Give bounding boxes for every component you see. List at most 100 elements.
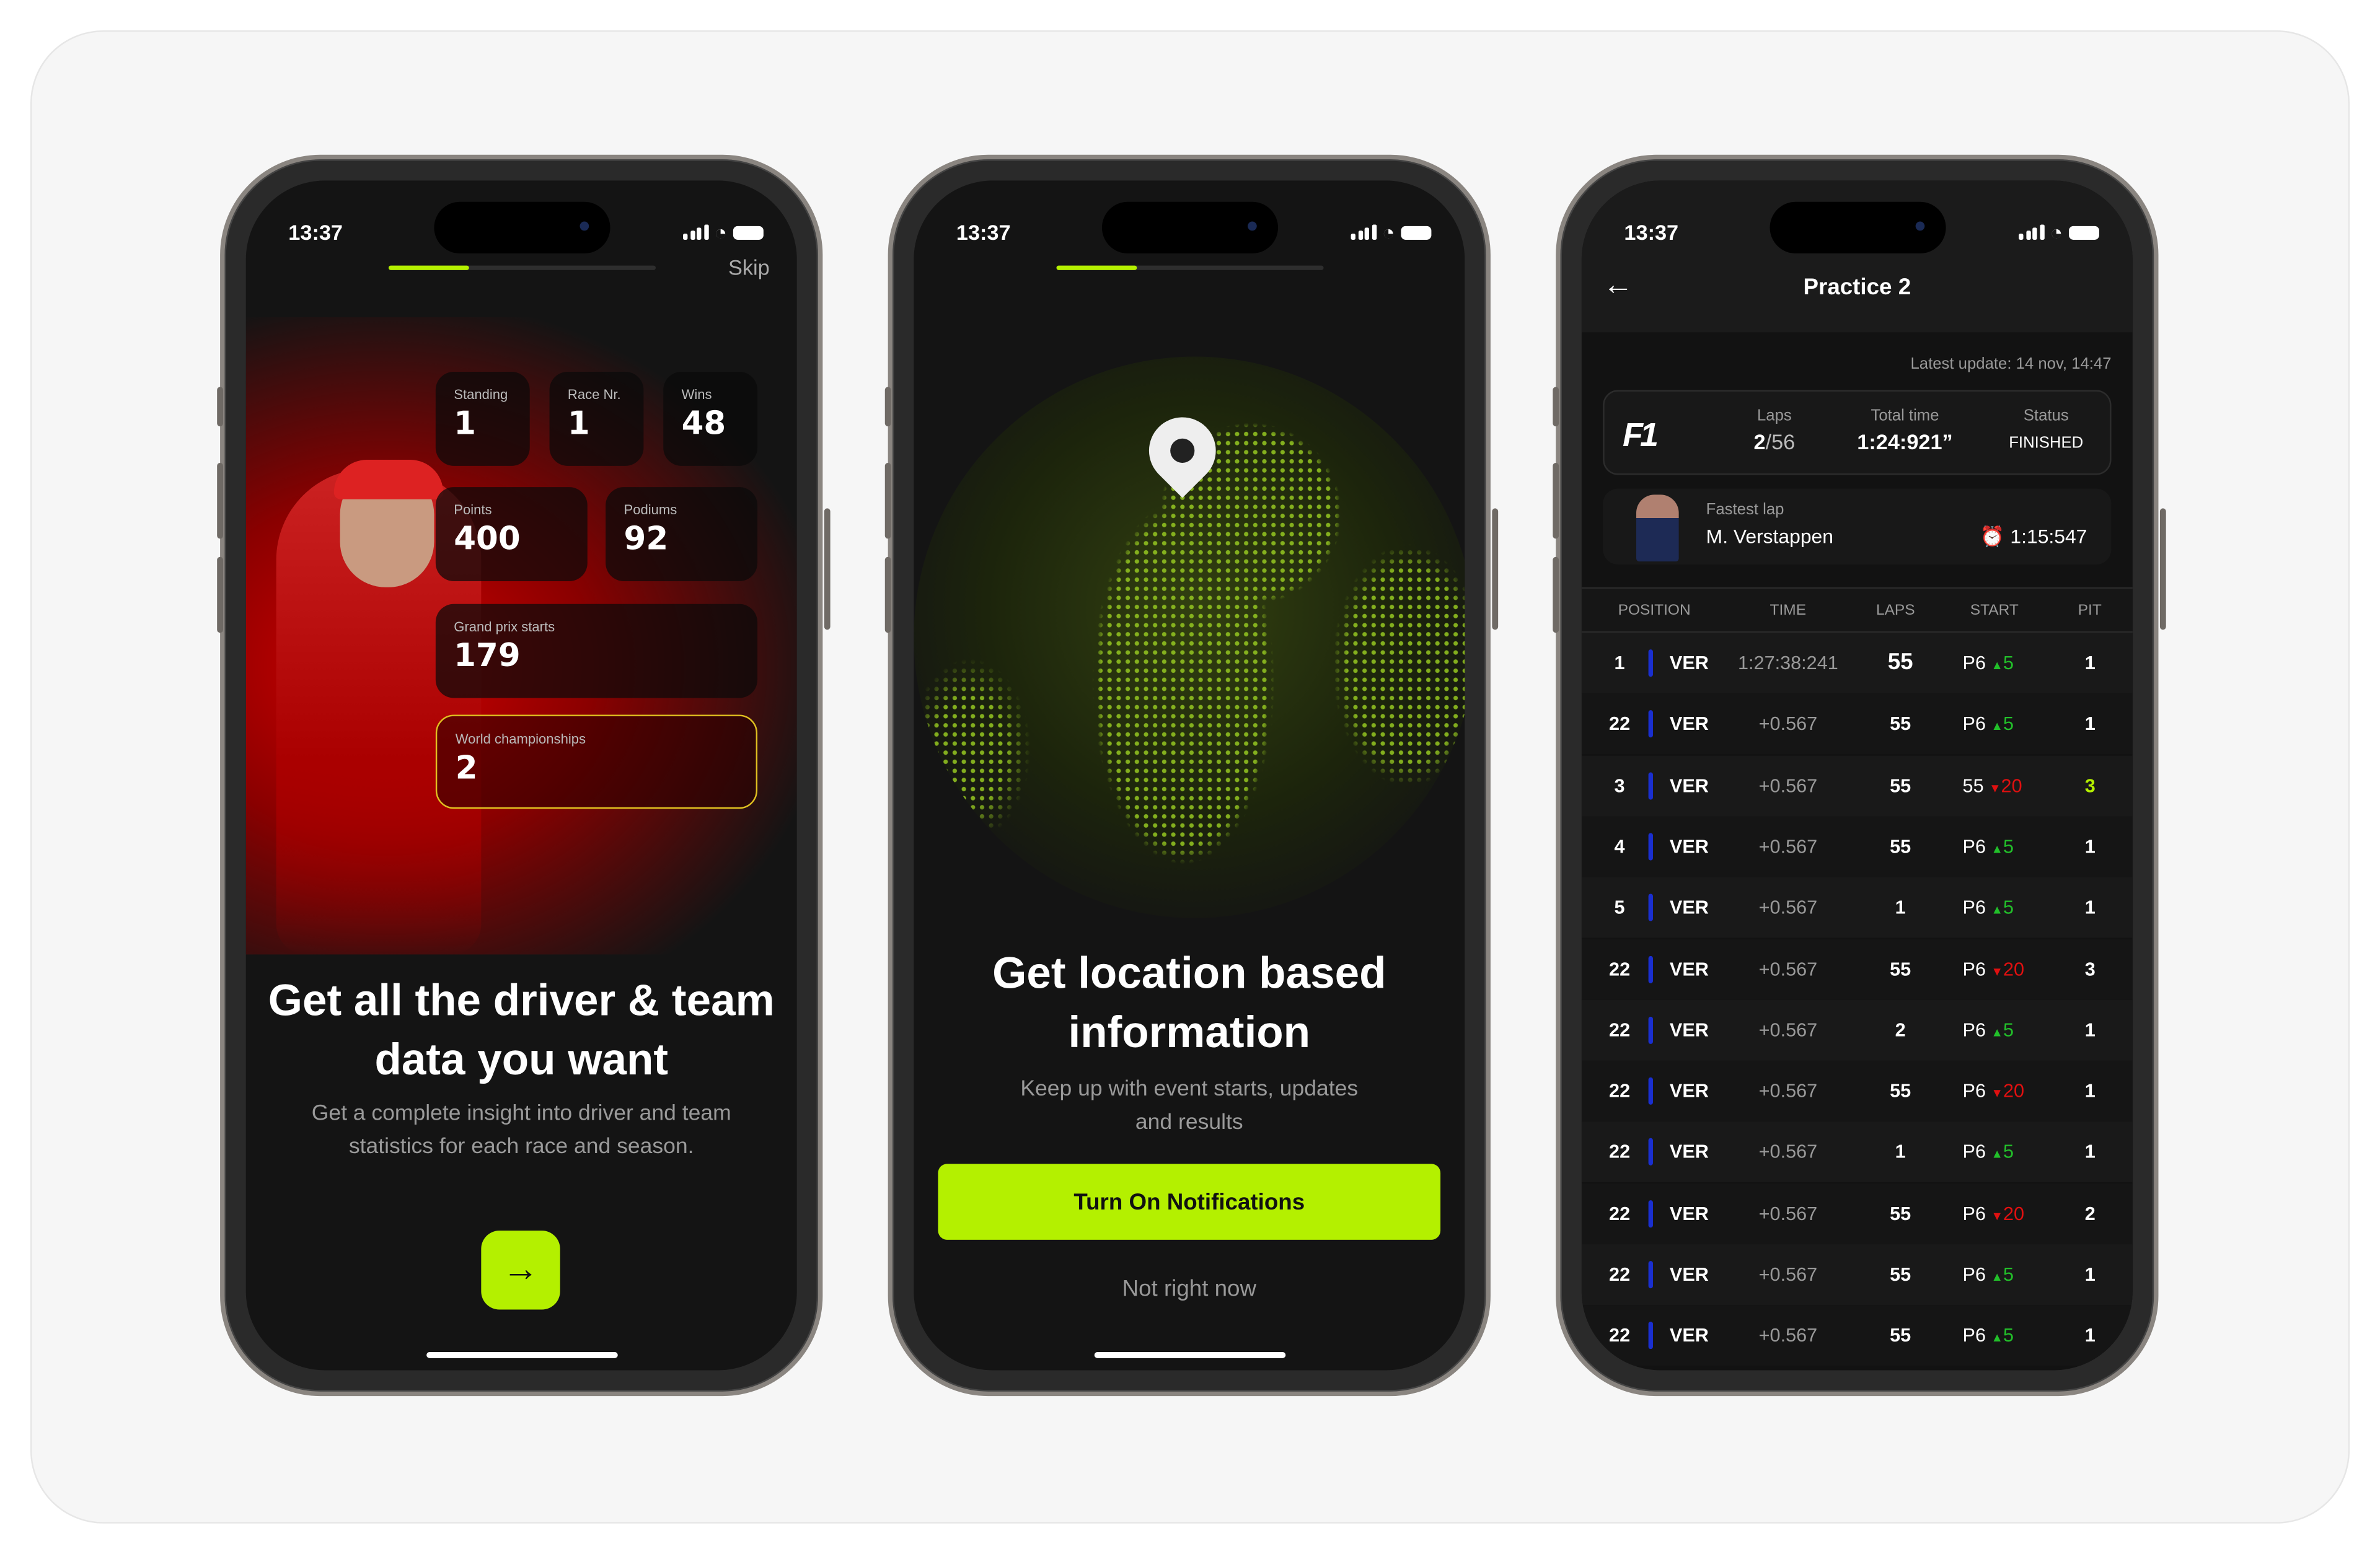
table-row[interactable]: 22 VER +0.567 55 P6 ▼20 3 — [1581, 938, 2133, 999]
row-pit: 3 — [2084, 775, 2096, 796]
row-position: 22 — [1609, 713, 1631, 735]
row-start-delta: 5 — [2003, 1019, 2014, 1041]
table-row[interactable]: 5 VER +0.567 1 P6 ▲5 1 — [1581, 877, 2133, 938]
onboarding-title: Get all the driver & team data you want — [268, 977, 775, 1086]
page-title: Practice 2 — [1803, 274, 1911, 301]
team-color-bar — [1648, 955, 1653, 983]
next-button[interactable]: → — [481, 1231, 560, 1310]
row-time: +0.567 — [1758, 1019, 1818, 1041]
wifi-icon: ◔ — [2050, 220, 2063, 245]
wifi-icon: ◔ — [714, 220, 728, 245]
triangle-down-icon: ▼ — [1991, 1209, 2003, 1223]
row-start-position: P6 — [1962, 713, 1986, 735]
row-start: 55 ▼20 — [1963, 775, 2022, 796]
table-row[interactable]: 22 VER +0.567 55 P6 ▲5 1 — [1581, 1305, 2133, 1366]
stat-label: Wins — [681, 387, 712, 402]
column-time: TIME — [1770, 602, 1807, 620]
table-row[interactable]: 22 VER +0.567 55 P6 ▼20 2 — [1581, 1183, 2133, 1244]
battery-icon — [2068, 225, 2099, 239]
stat-card-standing: Standing 1 — [435, 372, 530, 466]
table-row[interactable]: 3 VER +0.567 55 55 ▼20 3 — [1581, 755, 2133, 816]
stat-value: 2 — [455, 749, 478, 786]
table-row[interactable]: 1 VER 1:27:38:241 55 P6 ▲5 1 — [1581, 633, 2133, 694]
home-indicator — [1093, 1352, 1285, 1358]
stat-value: 1 — [454, 405, 477, 442]
column-pit: PIT — [2078, 602, 2102, 620]
row-start: P6 ▲5 — [1963, 897, 2014, 918]
row-pit: 1 — [2084, 1019, 2096, 1041]
not-right-now-link[interactable]: Not right now — [914, 1276, 1465, 1302]
table-row[interactable]: 22 VER +0.567 55 P6 ▲5 1 — [1581, 1244, 2133, 1306]
f1-logo: F1 — [1622, 416, 1659, 454]
row-start-position: P6 — [1962, 958, 1986, 980]
row-start-delta: 5 — [2003, 897, 2014, 919]
table-row[interactable]: 22 VER +0.567 55 P6 ▼20 1 — [1581, 1061, 2133, 1122]
row-start-delta: 20 — [2001, 775, 2022, 796]
row-start-delta: 20 — [2003, 1080, 2025, 1102]
row-driver: VER — [1669, 1264, 1709, 1286]
row-start-delta: 20 — [2003, 958, 2025, 980]
status-time: 13:37 — [1624, 220, 1679, 245]
battery-icon — [733, 225, 764, 239]
row-laps: 55 — [1890, 1203, 1911, 1224]
row-position: 5 — [1614, 897, 1625, 919]
row-start-delta: 20 — [2003, 1203, 2025, 1224]
team-color-bar — [1648, 1138, 1653, 1166]
table-row[interactable]: 22 VER +0.567 2 P6 ▲5 1 — [1581, 999, 2133, 1061]
row-start-position: P6 — [1962, 1019, 1986, 1041]
home-indicator — [425, 1352, 617, 1358]
latest-update: Latest update: 14 nov, 14:47 — [1910, 355, 2112, 374]
onboarding-progress — [1056, 265, 1324, 270]
signal-icon — [683, 224, 708, 240]
side-button — [884, 462, 891, 539]
row-driver: VER — [1669, 1325, 1709, 1346]
stat-value: 92 — [624, 520, 669, 557]
team-color-bar — [1648, 833, 1653, 861]
skip-button[interactable]: Skip — [728, 255, 770, 279]
side-button — [2159, 508, 2166, 630]
side-button — [884, 387, 891, 427]
row-pit: 1 — [2084, 713, 2096, 735]
side-button — [1492, 508, 1499, 630]
row-driver: VER — [1669, 775, 1709, 796]
triangle-up-icon: ▲ — [1991, 1331, 2003, 1345]
row-start-delta: 5 — [2003, 1264, 2014, 1286]
row-start: P6 ▲5 — [1963, 1019, 2014, 1040]
stat-card-podiums: Podiums 92 — [606, 487, 758, 581]
team-color-bar — [1648, 1016, 1653, 1044]
row-start-delta: 5 — [2003, 1325, 2014, 1346]
row-start-position: P6 — [1962, 1325, 1986, 1346]
onboarding-progress — [388, 265, 656, 270]
triangle-down-icon: ▼ — [1989, 781, 2001, 795]
table-row[interactable]: 22 VER +0.567 55 P6 ▲5 1 — [1581, 693, 2133, 755]
row-position: 22 — [1609, 1080, 1631, 1102]
row-time: 1:27:38:241 — [1738, 652, 1838, 674]
table-row[interactable]: 22 VER +0.567 1 P6 ▲5 1 — [1581, 1122, 2133, 1183]
laps-total: /56 — [1765, 429, 1796, 454]
side-button — [824, 508, 831, 630]
stat-value: 179 — [454, 637, 521, 674]
triangle-down-icon: ▼ — [1991, 964, 2003, 978]
row-pit: 1 — [2084, 652, 2096, 674]
column-position: POSITION — [1618, 602, 1691, 620]
table-row[interactable]: 4 VER +0.567 55 P6 ▲5 1 — [1581, 816, 2133, 877]
row-start-delta: 5 — [2003, 1141, 2014, 1163]
stopwatch-icon: ⏰ — [1980, 525, 2005, 548]
wifi-icon: ◔ — [1382, 220, 1395, 245]
total-time-value: 1:24:921” — [1857, 429, 1953, 454]
stat-label: Points — [454, 502, 492, 518]
turn-on-notifications-button[interactable]: Turn On Notifications — [938, 1164, 1441, 1240]
row-pit: 1 — [2084, 1080, 2096, 1102]
fastest-lap-card: Fastest lap M. Verstappen ⏰ 1:15:547 — [1603, 488, 2112, 565]
row-laps: 55 — [1890, 1325, 1911, 1346]
row-laps: 2 — [1895, 1019, 1906, 1041]
row-time: +0.567 — [1758, 1264, 1818, 1286]
row-start-position: 55 — [1962, 775, 1984, 796]
laps-done: 2 — [1753, 429, 1766, 454]
stat-value: 1 — [567, 405, 590, 442]
signal-icon — [1351, 224, 1377, 240]
triangle-up-icon: ▲ — [1991, 1148, 2003, 1162]
side-button — [217, 556, 224, 633]
row-time: +0.567 — [1758, 713, 1818, 735]
row-laps: 55 — [1890, 775, 1911, 796]
